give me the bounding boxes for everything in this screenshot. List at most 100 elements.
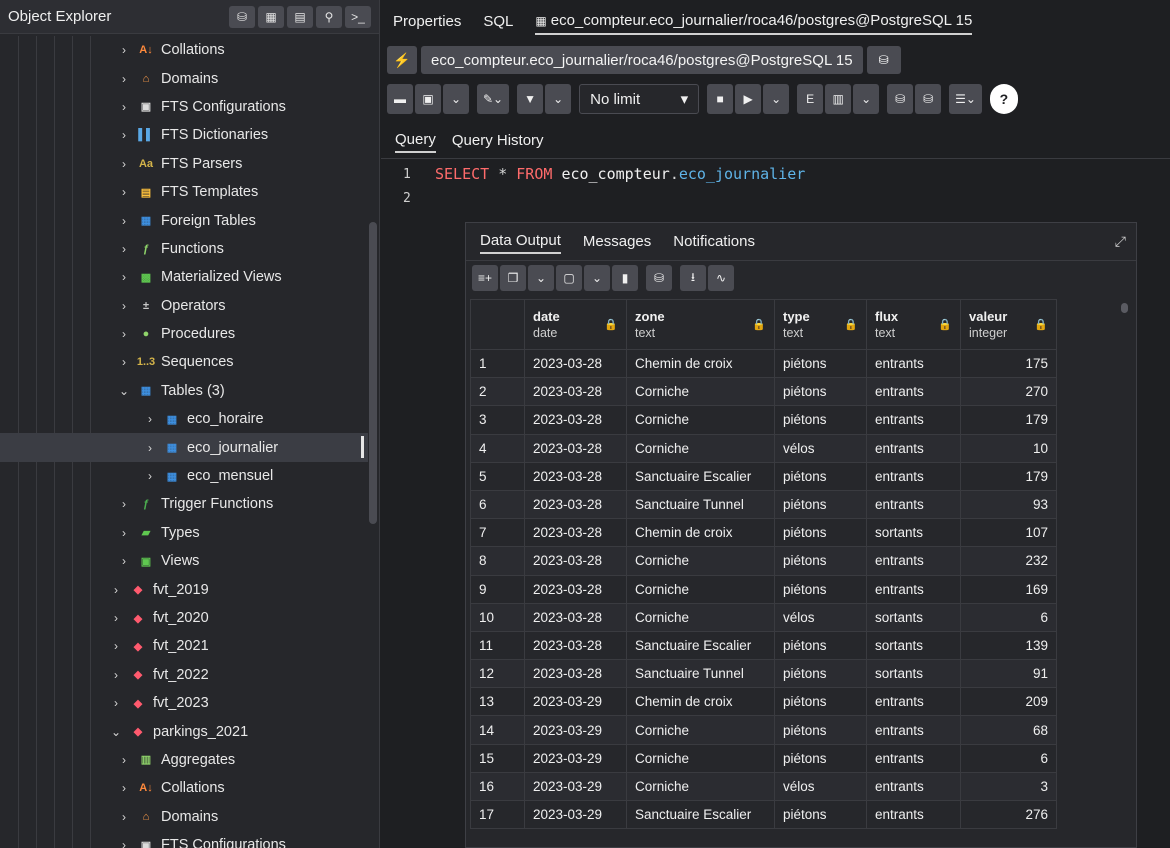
chevron-right-icon[interactable]: › (116, 355, 132, 369)
query-tool-icon[interactable]: ⛁ (229, 5, 255, 28)
table-cell[interactable]: Sanctuaire Tunnel (626, 489, 775, 520)
table-cell[interactable]: 3 (960, 771, 1057, 802)
chevron-right-icon[interactable]: › (116, 72, 132, 86)
tree-item[interactable]: › ● Procedures (0, 320, 368, 348)
row-number-cell[interactable]: 2 (470, 377, 525, 407)
chevron-right-icon[interactable]: › (116, 526, 132, 540)
table-cell[interactable]: Corniche (626, 546, 775, 576)
table-row[interactable]: 14 2023-03-29 Corniche piétons entrants 68 (470, 715, 1057, 745)
chevron-right-icon[interactable]: › (116, 157, 132, 171)
table-cell[interactable]: piétons (774, 687, 867, 717)
tree-item[interactable]: › ⌂ Domains (0, 64, 368, 92)
tree-item[interactable]: › ◆ fvt_2019 (0, 575, 368, 603)
chevron-right-icon[interactable]: › (116, 753, 132, 767)
table-cell[interactable]: Sanctuaire Escalier (626, 799, 775, 830)
stop-icon[interactable]: ■ (707, 84, 734, 114)
table-row[interactable]: 10 2023-03-28 Corniche vélos sortants 6 (470, 602, 1057, 632)
chevron-right-icon[interactable]: › (108, 583, 124, 597)
table-cell[interactable]: entrants (866, 433, 961, 463)
save-options-chevron-icon[interactable]: ⌄ (443, 84, 469, 114)
table-cell[interactable]: 2023-03-28 (524, 546, 627, 576)
chevron-right-icon[interactable]: › (116, 43, 132, 57)
chevron-right-icon[interactable]: › (116, 781, 132, 795)
table-cell[interactable]: entrants (866, 377, 961, 407)
paste-options-chevron-icon[interactable]: ⌄ (584, 265, 610, 291)
table-cell[interactable]: piétons (774, 574, 867, 604)
tree-item[interactable]: › ▣ FTS Configurations (0, 93, 368, 121)
table-cell[interactable]: entrants (866, 799, 961, 830)
tab-notifications[interactable]: Notifications (673, 230, 755, 253)
table-cell[interactable]: Chemin de croix (626, 348, 775, 379)
table-cell[interactable]: Chemin de croix (626, 518, 775, 548)
table-cell[interactable]: 169 (960, 574, 1057, 604)
tree-item[interactable]: ⌄ ▦ Tables (3) (0, 377, 368, 405)
row-number-cell[interactable]: 3 (470, 405, 525, 435)
table-cell[interactable]: 91 (960, 659, 1057, 689)
table-cell[interactable]: 107 (960, 518, 1057, 548)
chevron-right-icon[interactable]: › (142, 441, 158, 455)
table-row[interactable]: 12 2023-03-28 Sanctuaire Tunnel piétons sort… (470, 659, 1057, 689)
tree-scrollbar[interactable] (369, 222, 377, 524)
table-cell[interactable]: vélos (774, 433, 867, 463)
tab-query-history[interactable]: Query History (452, 129, 544, 152)
table-cell[interactable]: piétons (774, 743, 867, 773)
view-data-icon[interactable]: ▦ (258, 5, 284, 28)
row-number-cell[interactable]: 15 (470, 743, 525, 773)
tab-query[interactable]: Query (395, 128, 436, 153)
table-cell[interactable]: entrants (866, 687, 961, 717)
table-cell[interactable]: 2023-03-29 (524, 799, 627, 830)
edit-pencil-icon[interactable]: ✎⌄ (477, 84, 510, 114)
table-cell[interactable]: Corniche (626, 377, 775, 407)
table-row[interactable]: 5 2023-03-28 Sanctuaire Escalier piétons ent… (470, 461, 1057, 491)
chevron-right-icon[interactable]: › (142, 469, 158, 483)
table-cell[interactable]: vélos (774, 602, 867, 632)
tree-item[interactable]: › ▦ eco_journalier (0, 433, 368, 462)
tree-item[interactable]: › ◆ fvt_2020 (0, 604, 368, 632)
results-scrollbar[interactable] (1121, 303, 1128, 313)
table-row[interactable]: 6 2023-03-28 Sanctuaire Tunnel piétons entra… (470, 489, 1057, 520)
table-row[interactable]: 8 2023-03-28 Corniche piétons entrants 232 (470, 546, 1057, 576)
table-cell[interactable]: 2023-03-28 (524, 602, 627, 632)
tree-item[interactable]: › ▣ FTS Configurations (0, 831, 368, 848)
chevron-right-icon[interactable]: › (116, 838, 132, 848)
sql-code-line[interactable]: SELECT * FROM eco_compteur.eco_journalie… (435, 165, 805, 183)
table-cell[interactable]: Sanctuaire Tunnel (626, 659, 775, 689)
table-cell[interactable]: entrants (866, 489, 961, 520)
table-cell[interactable]: 6 (960, 602, 1057, 632)
table-cell[interactable]: 2023-03-29 (524, 715, 627, 745)
tree-item[interactable]: › ⌂ Domains (0, 803, 368, 831)
table-cell[interactable]: 175 (960, 348, 1057, 379)
table-cell[interactable]: 2023-03-28 (524, 630, 627, 661)
row-number-cell[interactable]: 8 (470, 546, 525, 576)
paste-icon[interactable]: ▢ (556, 265, 582, 291)
terminal-icon[interactable]: >_ (345, 5, 371, 28)
column-header[interactable]: type text 🔒 (774, 299, 867, 350)
table-row[interactable]: 7 2023-03-28 Chemin de croix piétons sortant… (470, 518, 1057, 548)
tree-item[interactable]: › ▣ Views (0, 547, 368, 575)
table-cell[interactable]: Corniche (626, 771, 775, 802)
row-limit-select[interactable]: No limit ▾ (579, 84, 700, 114)
table-cell[interactable]: piétons (774, 715, 867, 745)
tree-item[interactable]: › ◆ fvt_2022 (0, 661, 368, 689)
row-number-cell[interactable]: 9 (470, 574, 525, 604)
save-file-button[interactable]: ▣ (415, 84, 441, 114)
row-number-cell[interactable]: 14 (470, 715, 525, 745)
column-header[interactable]: zone text 🔒 (626, 299, 775, 350)
copy-options-chevron-icon[interactable]: ⌄ (528, 265, 554, 291)
chevron-down-icon[interactable]: ⌄ (108, 725, 124, 739)
delete-icon[interactable]: ▮ (612, 265, 638, 291)
table-cell[interactable]: 2023-03-28 (524, 433, 627, 463)
tree-item[interactable]: › A↓ Collations (0, 774, 368, 802)
column-header[interactable]: valeur integer 🔒 (960, 299, 1057, 350)
table-cell[interactable]: piétons (774, 546, 867, 576)
tab-data-output[interactable]: Data Output (480, 229, 561, 254)
table-cell[interactable]: 68 (960, 715, 1057, 745)
row-number-cell[interactable]: 5 (470, 461, 525, 491)
table-cell[interactable]: 276 (960, 799, 1057, 830)
row-number-cell[interactable]: 16 (470, 771, 525, 802)
column-header[interactable]: flux text 🔒 (866, 299, 961, 350)
table-cell[interactable]: 2023-03-29 (524, 743, 627, 773)
table-row[interactable]: 13 2023-03-29 Chemin de croix piétons entran… (470, 687, 1057, 717)
table-cell[interactable]: Chemin de croix (626, 687, 775, 717)
tree-item[interactable]: › ◆ fvt_2021 (0, 632, 368, 660)
